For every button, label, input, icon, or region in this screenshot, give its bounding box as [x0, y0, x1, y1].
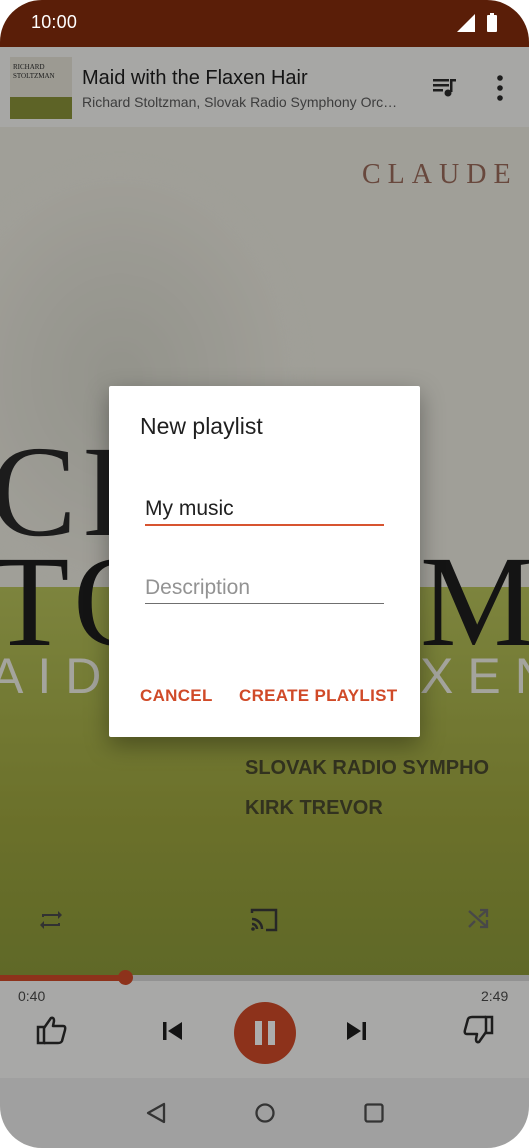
status-time: 10:00 [31, 12, 78, 32]
playlist-description-input[interactable] [145, 573, 384, 604]
playlist-name-input[interactable] [145, 494, 384, 526]
phone-screen: 10:00 RICHARD STOLTZMAN Maid with the Fl… [0, 0, 529, 1148]
dialog-title: New playlist [140, 413, 263, 439]
status-icons [457, 13, 497, 32]
cancel-button[interactable]: CANCEL [140, 686, 213, 706]
create-playlist-button[interactable]: CREATE PLAYLIST [239, 686, 397, 706]
signal-icon [457, 14, 475, 32]
status-bar: 10:00 [0, 0, 529, 47]
new-playlist-dialog: New playlist CANCEL CREATE PLAYLIST [109, 386, 420, 737]
battery-icon [487, 13, 497, 32]
